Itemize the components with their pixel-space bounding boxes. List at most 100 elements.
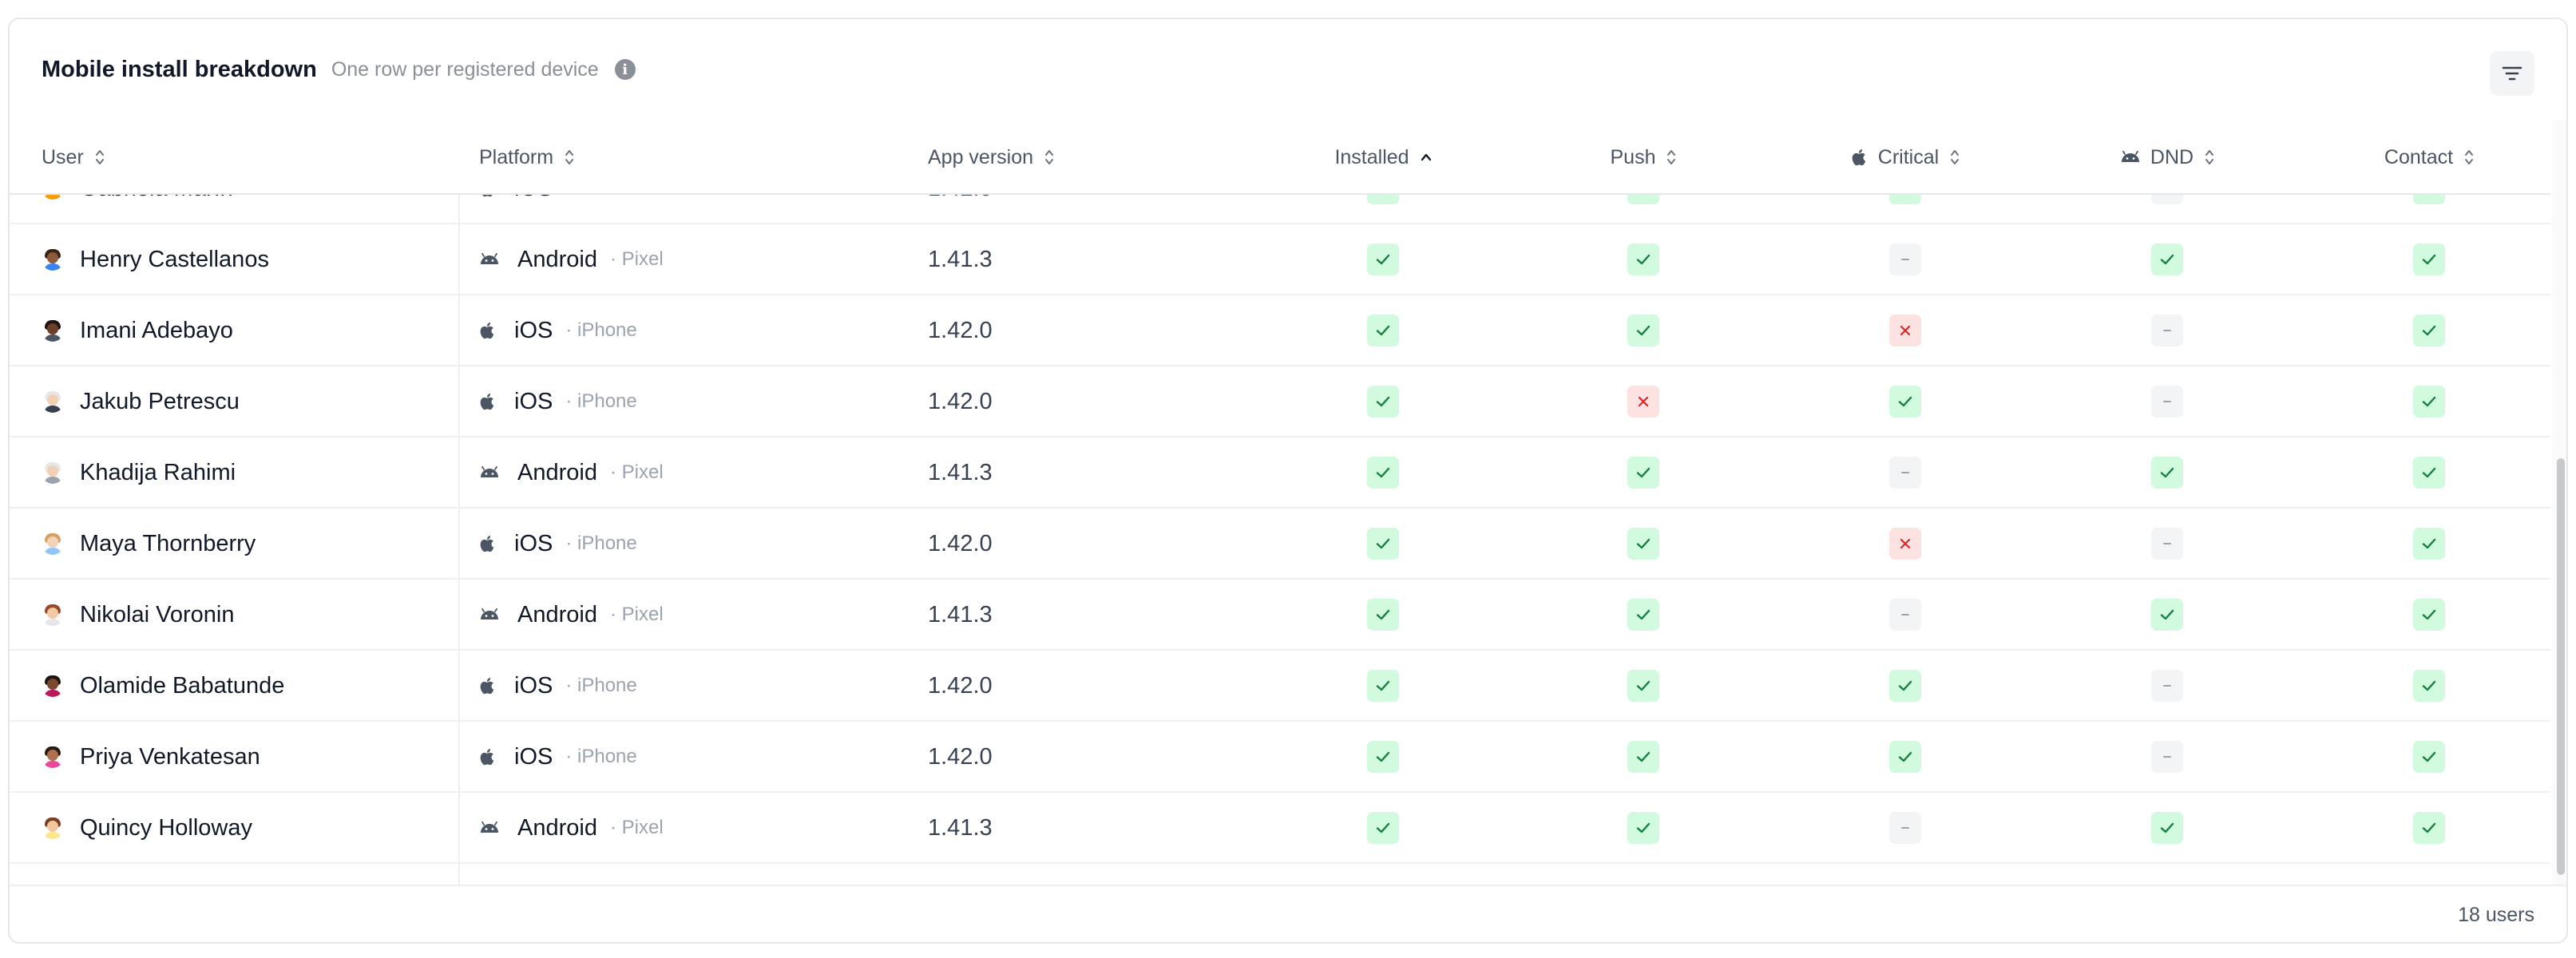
critical-cell xyxy=(1825,722,1985,792)
version-cell: 1.42.0 xyxy=(928,366,1247,437)
dash-icon xyxy=(1896,251,1914,268)
critical-cell xyxy=(1825,366,1985,437)
installed-status-badge xyxy=(1367,315,1399,346)
version-cell: 1.41.3 xyxy=(928,580,1247,650)
avatar xyxy=(42,248,64,271)
device-type: · iPhone xyxy=(565,319,637,341)
installed-status-badge xyxy=(1367,741,1399,773)
sort-icon xyxy=(1044,148,1054,166)
app-version: 1.42.0 xyxy=(928,530,993,556)
dnd-status-badge xyxy=(2151,741,2183,773)
user-cell: Jakub Petrescu xyxy=(42,366,441,437)
installed-cell xyxy=(1303,366,1463,437)
critical-status-badge xyxy=(1889,670,1921,702)
installed-status-badge xyxy=(1367,457,1399,489)
installed-cell xyxy=(1303,224,1463,295)
dnd-cell xyxy=(2087,722,2247,792)
check-icon xyxy=(1374,535,1392,552)
push-cell xyxy=(1563,722,1723,792)
avatar xyxy=(42,675,64,697)
critical-cell xyxy=(1825,437,1985,508)
installed-status-badge xyxy=(1367,599,1399,631)
android-icon xyxy=(479,821,500,834)
contact-cell xyxy=(2349,651,2509,721)
x-icon xyxy=(1896,535,1914,552)
check-icon xyxy=(2420,677,2438,695)
x-icon xyxy=(1635,393,1652,410)
push-status-badge xyxy=(1627,386,1659,418)
table-row[interactable]: Imani Adebayo iOS · iPhone 1.42.0 xyxy=(10,295,2550,366)
app-version: 1.41.3 xyxy=(928,601,993,627)
scrollbar-thumb[interactable] xyxy=(2557,458,2565,875)
table-row[interactable]: Quincy Holloway Android · Pixel 1.41.3 xyxy=(10,793,2550,864)
column-header-push[interactable]: Push xyxy=(1563,120,1723,195)
column-header-installed[interactable]: Installed xyxy=(1303,120,1463,195)
sort-icon xyxy=(1950,148,1960,166)
filter-button[interactable] xyxy=(2490,51,2534,96)
dash-icon xyxy=(1896,464,1914,481)
push-status-badge xyxy=(1627,315,1659,346)
dnd-cell xyxy=(2087,295,2247,366)
info-icon[interactable]: i xyxy=(614,59,636,80)
user-name: Olamide Babatunde xyxy=(80,672,285,699)
critical-cell xyxy=(1825,793,1985,863)
installed-status-badge xyxy=(1367,670,1399,702)
apple-icon xyxy=(479,675,497,696)
app-version: 1.41.3 xyxy=(928,814,993,841)
dnd-status-badge xyxy=(2151,457,2183,489)
avatar xyxy=(42,746,64,768)
table-row[interactable]: Khadija Rahimi Android · Pixel 1.41.3 xyxy=(10,437,2550,509)
column-header-critical[interactable]: Critical xyxy=(1825,120,1985,195)
platform-cell: iOS · iPhone xyxy=(479,366,878,437)
platform-cell: iOS · iPhone xyxy=(479,295,878,366)
user-cell: Nikolai Voronin xyxy=(42,580,441,650)
platform-name: iOS xyxy=(514,743,553,770)
avatar xyxy=(42,532,64,555)
user-cell: Henry Castellanos xyxy=(42,224,441,295)
table-row[interactable]: Nikolai Voronin Android · Pixel 1.41.3 xyxy=(10,580,2550,651)
check-icon xyxy=(2420,819,2438,837)
avatar xyxy=(42,319,64,342)
platform-name: iOS xyxy=(514,672,553,699)
device-type: · iPhone xyxy=(565,675,637,696)
critical-status-badge xyxy=(1889,812,1921,844)
version-cell: 1.42.0 xyxy=(928,509,1247,579)
table-row[interactable]: Olamide Babatunde iOS · iPhone 1.42.0 xyxy=(10,651,2550,722)
avatar xyxy=(42,817,64,839)
check-icon xyxy=(2420,393,2438,410)
column-header-user[interactable]: User xyxy=(42,120,441,195)
vertical-scrollbar[interactable] xyxy=(2552,120,2566,885)
table-row[interactable]: Maya Thornberry iOS · iPhone 1.42.0 xyxy=(10,509,2550,580)
column-header-dnd[interactable]: DND xyxy=(2087,120,2247,195)
push-status-badge xyxy=(1627,741,1659,773)
x-icon xyxy=(1896,322,1914,339)
check-icon xyxy=(1635,677,1652,695)
column-header-contact[interactable]: Contact xyxy=(2349,120,2509,195)
version-cell: 1.41.3 xyxy=(928,437,1247,508)
card-footer: 18 users xyxy=(10,885,2566,942)
installed-status-badge xyxy=(1367,528,1399,560)
sort-icon xyxy=(95,148,105,166)
contact-status-badge xyxy=(2413,670,2445,702)
column-label: User xyxy=(42,145,84,168)
check-icon xyxy=(1896,393,1914,410)
app-version: 1.42.0 xyxy=(928,388,993,414)
critical-cell xyxy=(1825,509,1985,579)
push-cell xyxy=(1563,580,1723,650)
column-header-platform[interactable]: Platform xyxy=(479,120,878,195)
check-icon xyxy=(1374,251,1392,268)
installed-cell xyxy=(1303,580,1463,650)
check-icon xyxy=(2158,606,2176,623)
installed-cell xyxy=(1303,651,1463,721)
dnd-cell xyxy=(2087,651,2247,721)
table-row[interactable]: Priya Venkatesan iOS · iPhone 1.42.0 xyxy=(10,722,2550,793)
platform-name: iOS xyxy=(514,530,553,556)
table-row[interactable]: Jakub Petrescu iOS · iPhone 1.42.0 xyxy=(10,366,2550,437)
column-label: Critical xyxy=(1877,145,1940,168)
user-cell: Imani Adebayo xyxy=(42,295,441,366)
table-row[interactable]: Henry Castellanos Android · Pixel 1.41.3 xyxy=(10,224,2550,295)
check-icon xyxy=(1374,393,1392,410)
column-header-version[interactable]: App version xyxy=(928,120,1247,195)
critical-cell xyxy=(1825,651,1985,721)
sort-icon xyxy=(1666,148,1676,166)
